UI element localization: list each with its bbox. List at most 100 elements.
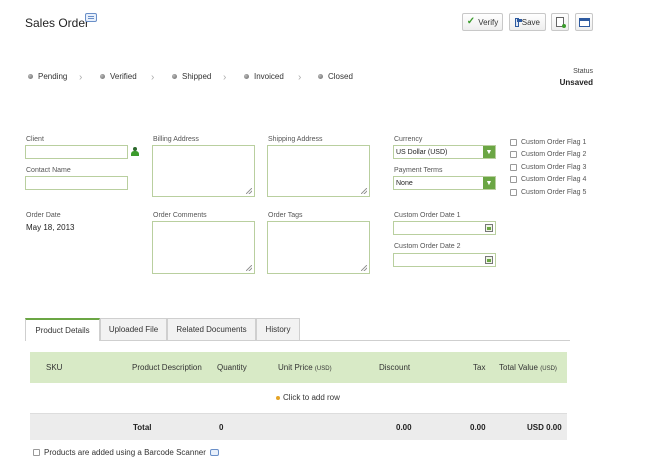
tab-related-documents[interactable]: Related Documents — [167, 318, 256, 340]
chevron-right-icon: › — [151, 72, 155, 83]
client-lookup-icon[interactable] — [131, 147, 139, 156]
new-document-icon — [556, 17, 566, 28]
step-dot-icon — [318, 74, 323, 79]
chevron-right-icon: › — [223, 72, 227, 83]
order-date-label: Order Date — [26, 212, 61, 219]
order-comments-textarea[interactable] — [152, 221, 255, 274]
shipping-address-textarea[interactable] — [267, 145, 370, 197]
dropdown-arrow-icon[interactable]: ▼ — [483, 146, 495, 158]
calendar-icon[interactable] — [485, 256, 493, 264]
payment-terms-label: Payment Terms — [394, 167, 443, 174]
step-label: Invoiced — [254, 72, 284, 81]
step-label: Pending — [38, 72, 68, 81]
flag-label: Custom Order Flag 2 — [521, 151, 587, 158]
status-label: Status — [573, 68, 593, 75]
payment-terms-value: None — [396, 179, 413, 187]
unit-price-unit: (USD) — [314, 366, 332, 372]
billing-address-label: Billing Address — [153, 136, 199, 143]
step-verified: Verified — [100, 72, 137, 81]
step-dot-icon — [172, 74, 177, 79]
custom-flag-5[interactable]: Custom Order Flag 5 — [510, 189, 586, 196]
save-disk-icon — [515, 17, 522, 27]
verify-check-icon: ✓ — [466, 16, 476, 27]
total-value-label: Total Value — [499, 363, 538, 372]
verify-button[interactable]: ✓ Verify — [462, 13, 503, 31]
step-label: Closed — [328, 72, 353, 81]
total-value: USD 0.00 — [527, 423, 562, 432]
custom-date-2-label: Custom Order Date 2 — [394, 243, 461, 250]
resize-grip-icon[interactable] — [246, 265, 252, 271]
contact-name-input[interactable] — [25, 176, 128, 190]
tab-history[interactable]: History — [256, 318, 300, 340]
window-button[interactable] — [575, 13, 593, 31]
column-discount[interactable]: Discount — [379, 363, 410, 372]
unit-price-label: Unit Price — [278, 363, 313, 372]
custom-date-1-input[interactable] — [393, 221, 496, 235]
order-tags-label: Order Tags — [268, 212, 303, 219]
shipping-address-label: Shipping Address — [268, 136, 323, 143]
product-grid-header: SKU Product Description Quantity Unit Pr… — [30, 352, 567, 383]
step-pending: Pending — [28, 72, 67, 81]
flag-label: Custom Order Flag 1 — [521, 139, 587, 146]
checkbox[interactable] — [510, 151, 517, 158]
window-icon — [578, 17, 590, 27]
currency-value: US Dollar (USD) — [396, 148, 448, 156]
custom-flag-2[interactable]: Custom Order Flag 2 — [510, 151, 586, 158]
new-document-button[interactable] — [551, 13, 569, 31]
currency-label: Currency — [394, 136, 423, 143]
custom-flag-4[interactable]: Custom Order Flag 4 — [510, 176, 586, 183]
step-invoiced: Invoiced — [244, 72, 284, 81]
add-row-dot-icon — [276, 395, 280, 400]
verify-label: Verify — [478, 17, 499, 27]
tab-product-details[interactable]: Product Details — [25, 318, 100, 341]
dropdown-arrow-icon[interactable]: ▼ — [483, 177, 495, 189]
column-total-value[interactable]: Total Value (USD) — [499, 363, 557, 372]
barcode-checkbox[interactable] — [33, 449, 40, 456]
contact-name-label: Contact Name — [26, 167, 71, 174]
custom-date-2-input[interactable] — [393, 253, 496, 267]
column-quantity[interactable]: Quantity — [217, 363, 247, 372]
checkbox[interactable] — [510, 139, 517, 146]
step-dot-icon — [28, 74, 33, 79]
client-input[interactable] — [25, 145, 128, 159]
order-tags-textarea[interactable] — [267, 221, 370, 274]
flag-label: Custom Order Flag 3 — [521, 164, 587, 171]
custom-flag-3[interactable]: Custom Order Flag 3 — [510, 164, 586, 171]
step-dot-icon — [244, 74, 249, 79]
resize-grip-icon[interactable] — [361, 188, 367, 194]
order-date-value: May 18, 2013 — [26, 223, 75, 232]
column-description[interactable]: Product Description — [132, 363, 202, 372]
resize-grip-icon[interactable] — [361, 265, 367, 271]
barcode-option[interactable]: Products are added using a Barcode Scann… — [33, 448, 219, 457]
total-tax: 0.00 — [470, 423, 486, 432]
tab-divider — [25, 340, 570, 341]
flag-label: Custom Order Flag 5 — [521, 189, 587, 196]
help-bubble-icon[interactable] — [209, 449, 219, 456]
page-title: Sales Order — [25, 16, 90, 30]
step-label: Verified — [110, 72, 137, 81]
chevron-right-icon: › — [79, 72, 83, 83]
billing-address-textarea[interactable] — [152, 145, 255, 197]
checkbox[interactable] — [510, 176, 517, 183]
total-quantity: 0 — [219, 423, 224, 432]
save-button[interactable]: Save — [509, 13, 546, 31]
add-row-link[interactable]: Click to add row — [276, 393, 340, 402]
custom-date-1-label: Custom Order Date 1 — [394, 212, 461, 219]
flag-label: Custom Order Flag 4 — [521, 176, 587, 183]
checkbox[interactable] — [510, 164, 517, 171]
custom-flag-1[interactable]: Custom Order Flag 1 — [510, 139, 586, 146]
currency-select[interactable]: US Dollar (USD) ▼ — [393, 145, 496, 159]
column-tax[interactable]: Tax — [473, 363, 485, 372]
checkbox[interactable] — [510, 189, 517, 196]
status-value: Unsaved — [559, 78, 593, 87]
total-label: Total — [133, 423, 152, 432]
add-row-label: Click to add row — [283, 393, 340, 402]
column-unit-price[interactable]: Unit Price (USD) — [278, 363, 332, 372]
calendar-icon[interactable] — [485, 224, 493, 232]
tab-uploaded-file[interactable]: Uploaded File — [100, 318, 167, 340]
total-value-unit: (USD) — [540, 366, 557, 372]
payment-terms-select[interactable]: None ▼ — [393, 176, 496, 190]
column-sku[interactable]: SKU — [46, 363, 62, 372]
comment-icon[interactable] — [85, 13, 97, 22]
resize-grip-icon[interactable] — [246, 188, 252, 194]
